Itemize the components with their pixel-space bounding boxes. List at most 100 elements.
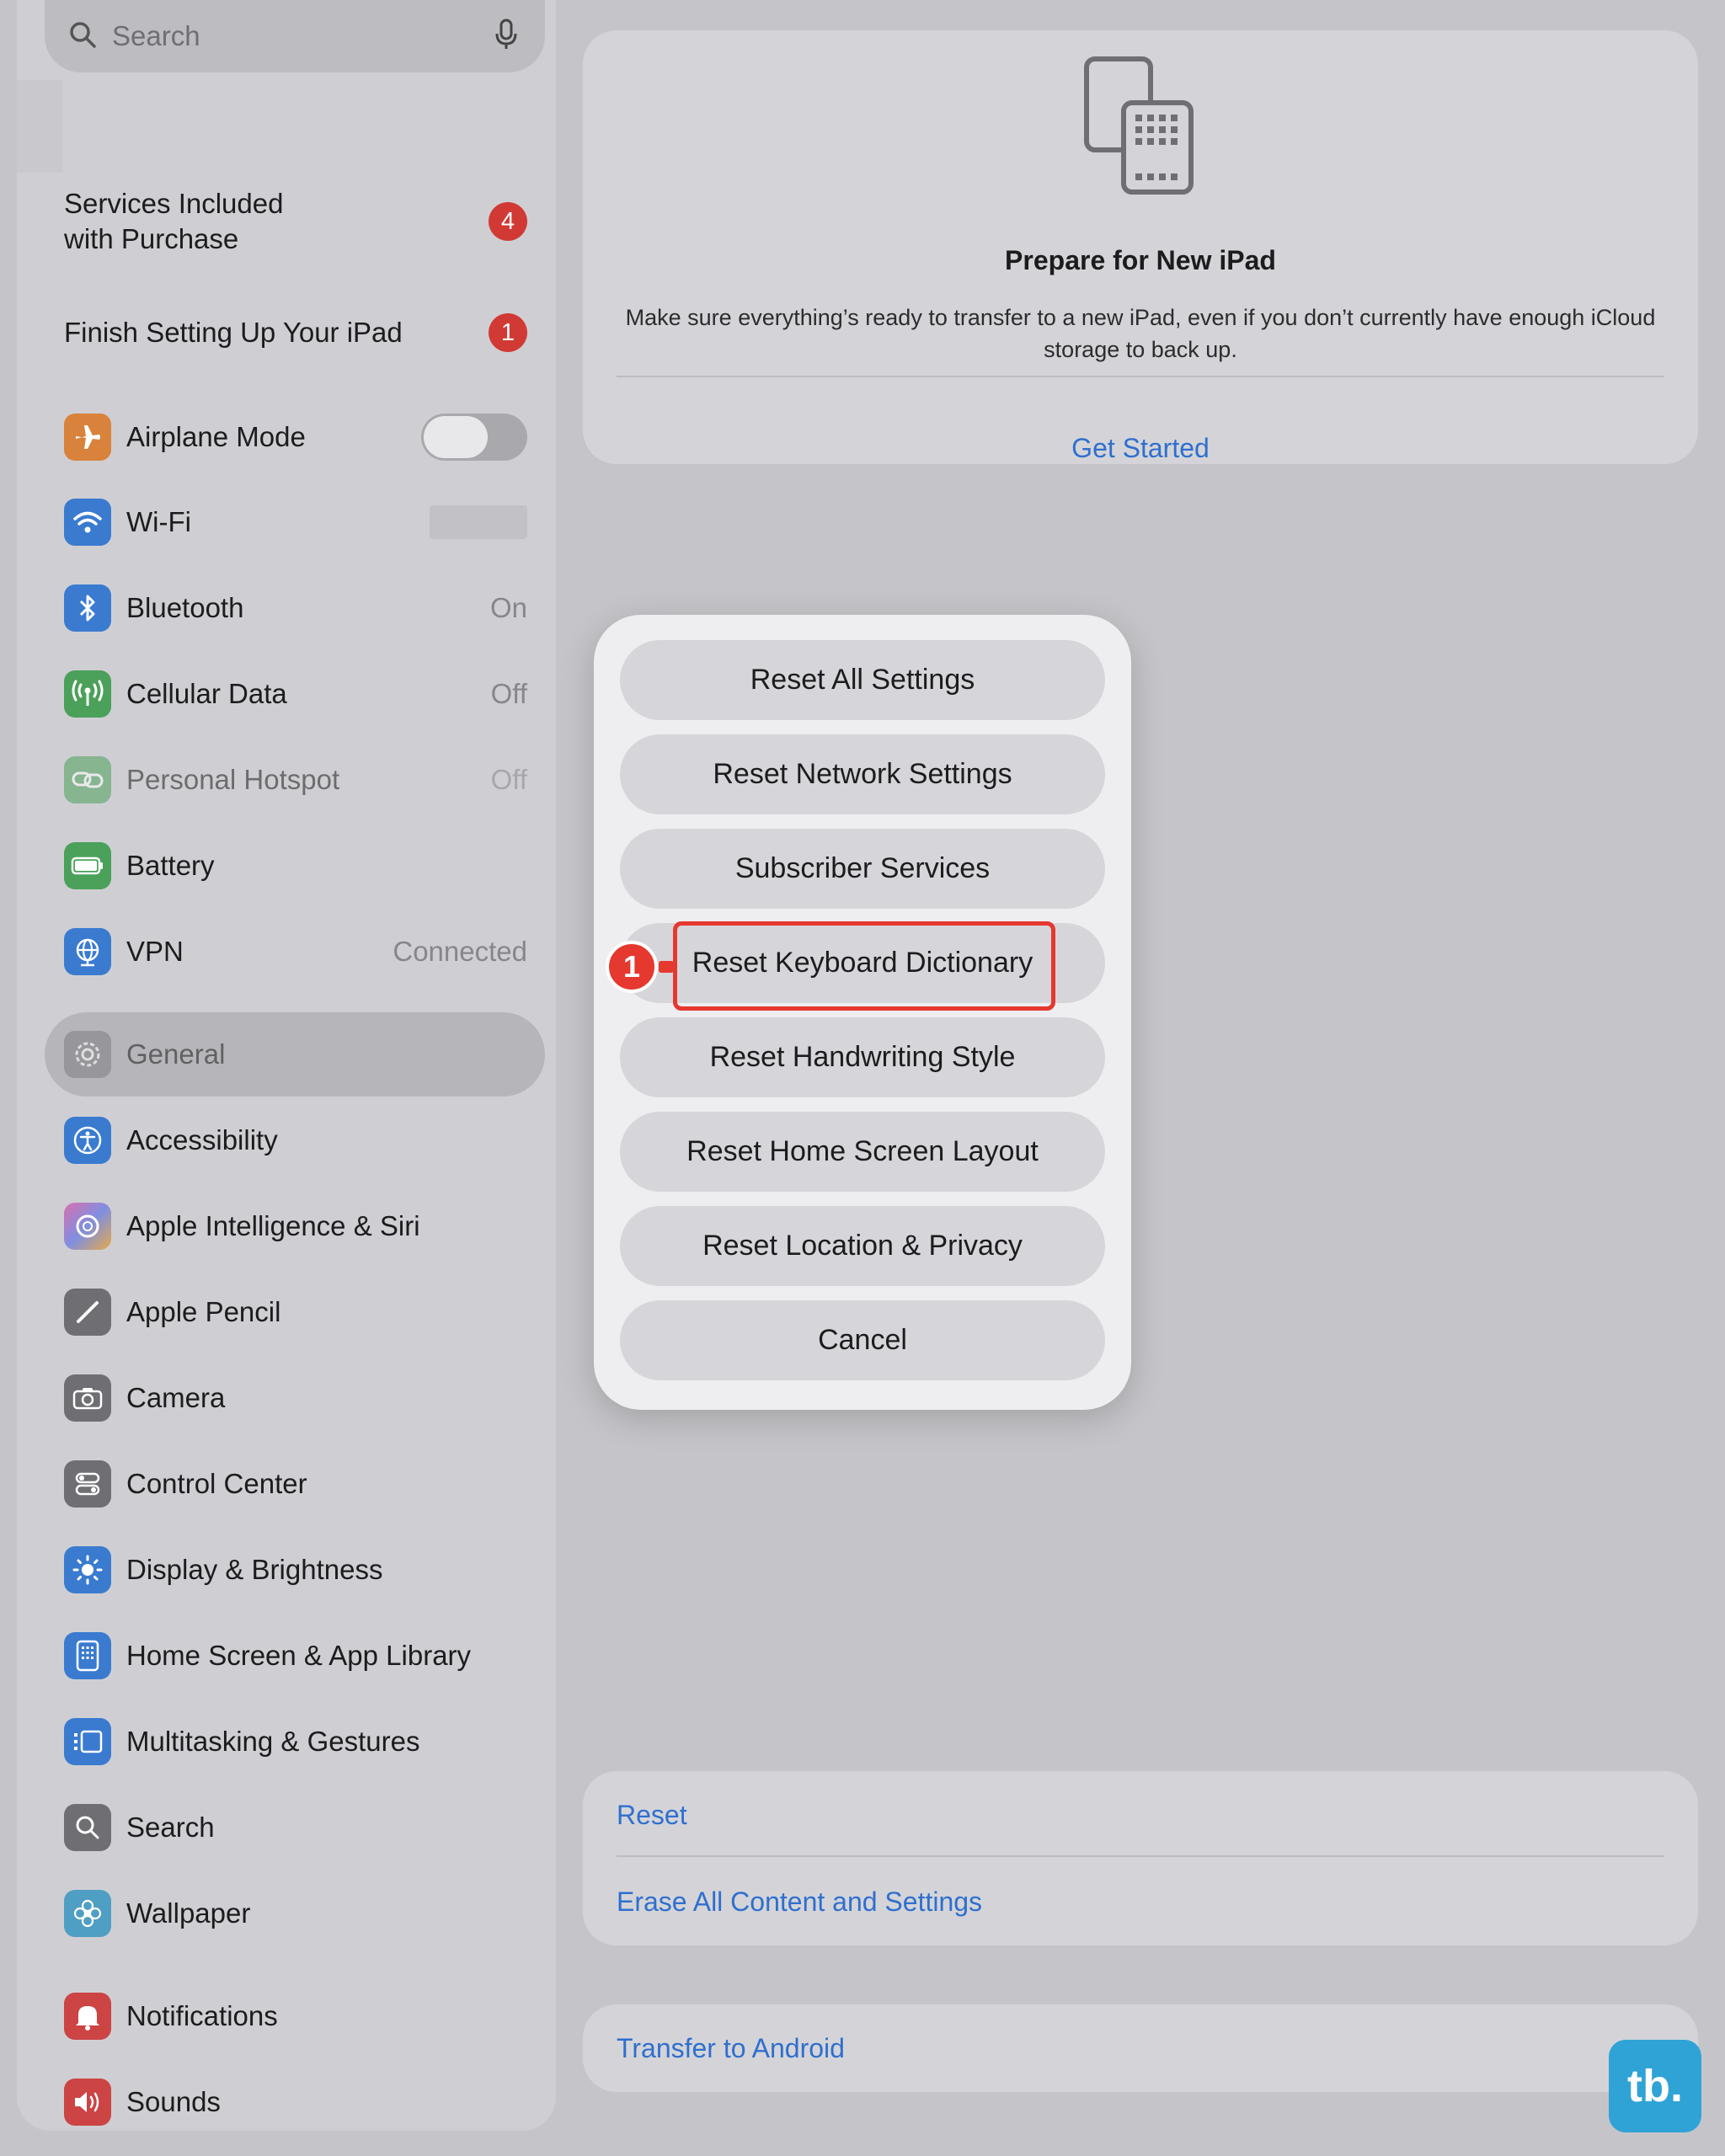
wifi-network-redacted — [430, 505, 527, 539]
devices-transfer-icon — [1080, 56, 1198, 203]
services-label-line1: Services Included — [64, 188, 284, 219]
sidebar-item-cellular[interactable]: Cellular Data Off — [64, 669, 527, 719]
get-started-link[interactable]: Get Started — [583, 433, 1698, 464]
reset-card: Reset Erase All Content and Settings — [583, 1771, 1698, 1945]
wallpaper-label: Wallpaper — [126, 1897, 251, 1929]
prepare-title: Prepare for New iPad — [1005, 245, 1276, 275]
cellular-value: Off — [490, 678, 527, 709]
pencil-icon — [64, 1289, 111, 1336]
reset-action-sheet: Reset All Settings Reset Network Setting… — [594, 615, 1131, 1410]
reset-location-privacy-button[interactable]: Reset Location & Privacy — [620, 1206, 1105, 1286]
pencil-label: Apple Pencil — [126, 1296, 281, 1327]
services-label-line2: with Purchase — [64, 223, 239, 254]
home-screen-label: Home Screen & App Library — [126, 1640, 472, 1671]
wifi-label: Wi-Fi — [126, 506, 191, 537]
camera-icon — [64, 1374, 111, 1422]
sidebar-item-pencil[interactable]: Apple Pencil — [64, 1287, 527, 1337]
transfer-to-android-link[interactable]: Transfer to Android — [617, 2033, 845, 2064]
prepare-new-ipad-card: Prepare for New iPad Make sure everythin… — [583, 30, 1698, 464]
sidebar-item-display[interactable]: Display & Brightness — [64, 1545, 527, 1595]
bluetooth-icon — [64, 584, 111, 632]
annotation-highlight-box — [673, 921, 1055, 1011]
search-icon — [68, 20, 97, 53]
wifi-icon — [64, 499, 111, 546]
annotation-connector — [659, 961, 674, 973]
sidebar-item-hotspot: Personal Hotspot Off — [64, 755, 527, 805]
general-label: General — [126, 1038, 226, 1070]
toggle-knob — [424, 416, 488, 458]
sidebar-item-sounds[interactable]: Sounds — [64, 2077, 527, 2127]
airplane-toggle[interactable] — [421, 414, 527, 461]
control-center-label: Control Center — [126, 1468, 307, 1499]
prepare-description: Make sure everything’s ready to transfer… — [625, 305, 1656, 362]
sidebar-item-control-center[interactable]: Control Center — [64, 1459, 527, 1509]
apple-intelligence-icon — [64, 1203, 111, 1250]
sidebar-item-search[interactable]: Search — [64, 1802, 527, 1853]
multitasking-icon — [64, 1718, 111, 1765]
sidebar-item-notifications[interactable]: Notifications — [64, 1991, 527, 2041]
sounds-label: Sounds — [126, 2086, 221, 2117]
sidebar-item-siri[interactable]: Apple Intelligence & Siri — [64, 1201, 527, 1251]
cellular-antenna-icon — [64, 670, 111, 718]
blurred-avatar-block — [17, 80, 62, 173]
reset-all-settings-button[interactable]: Reset All Settings — [620, 640, 1105, 720]
wallpaper-flower-icon — [64, 1890, 111, 1937]
erase-all-link[interactable]: Erase All Content and Settings — [617, 1886, 982, 1918]
control-center-icon — [64, 1460, 111, 1508]
finish-setup-label: Finish Setting Up Your iPad — [64, 317, 403, 348]
bluetooth-label: Bluetooth — [126, 592, 244, 623]
vpn-value: Connected — [393, 936, 527, 967]
cancel-button[interactable]: Cancel — [620, 1300, 1105, 1380]
magnifier-icon — [64, 1804, 111, 1851]
sidebar-item-finish-setup[interactable]: Finish Setting Up Your iPad 1 — [64, 312, 527, 354]
sidebar-item-multitasking[interactable]: Multitasking & Gestures — [64, 1716, 527, 1767]
sidebar-item-bluetooth[interactable]: Bluetooth On — [64, 583, 527, 633]
reset-home-screen-layout-button[interactable]: Reset Home Screen Layout — [620, 1112, 1105, 1192]
microphone-icon[interactable] — [494, 19, 518, 55]
accessibility-icon — [64, 1117, 111, 1164]
multitasking-label: Multitasking & Gestures — [126, 1726, 420, 1757]
hotspot-link-icon — [64, 756, 111, 803]
sidebar-item-vpn[interactable]: VPN Connected — [64, 926, 527, 977]
divider — [617, 1855, 1664, 1857]
reset-handwriting-style-button[interactable]: Reset Handwriting Style — [620, 1017, 1105, 1097]
sidebar-item-services[interactable]: Services Included with Purchase 4 — [64, 184, 527, 259]
hotspot-label: Personal Hotspot — [126, 764, 340, 795]
cellular-label: Cellular Data — [126, 678, 287, 709]
sidebar-item-camera[interactable]: Camera — [64, 1373, 527, 1423]
gear-icon — [64, 1031, 111, 1078]
search-input[interactable]: Search — [112, 20, 494, 52]
sidebar-item-wifi[interactable]: Wi-Fi — [64, 497, 527, 547]
bluetooth-value: On — [489, 592, 527, 623]
search-field[interactable]: Search — [45, 0, 545, 72]
annotation-step-badge: 1 — [606, 941, 658, 993]
transfer-android-card: Transfer to Android — [583, 2004, 1698, 2092]
divider — [617, 376, 1664, 377]
home-screen-icon — [64, 1632, 111, 1679]
accessibility-label: Accessibility — [126, 1124, 278, 1155]
brightness-sun-icon — [64, 1546, 111, 1593]
sidebar-item-battery[interactable]: Battery — [64, 841, 527, 891]
sidebar-item-home-screen[interactable]: Home Screen & App Library — [64, 1630, 527, 1681]
sidebar-item-general[interactable]: General — [64, 1029, 527, 1080]
reset-link[interactable]: Reset — [617, 1800, 687, 1831]
subscriber-services-button[interactable]: Subscriber Services — [620, 829, 1105, 909]
vpn-label: VPN — [126, 936, 184, 967]
airplane-icon — [64, 414, 111, 461]
battery-label: Battery — [126, 850, 215, 881]
reset-network-settings-button[interactable]: Reset Network Settings — [620, 734, 1105, 814]
hotspot-value: Off — [490, 764, 527, 795]
speaker-icon — [64, 2079, 111, 2126]
bell-icon — [64, 1993, 111, 2040]
vpn-globe-icon — [64, 928, 111, 975]
sidebar: Search Services Included with Purchase 4… — [17, 0, 556, 2131]
finish-setup-badge: 1 — [489, 313, 527, 352]
airplane-label: Airplane Mode — [126, 421, 306, 452]
services-badge: 4 — [489, 202, 527, 241]
battery-icon — [64, 842, 111, 889]
siri-label: Apple Intelligence & Siri — [126, 1210, 420, 1241]
sidebar-item-airplane[interactable]: Airplane Mode — [64, 412, 527, 462]
display-label: Display & Brightness — [126, 1554, 383, 1585]
sidebar-item-accessibility[interactable]: Accessibility — [64, 1115, 527, 1166]
sidebar-item-wallpaper[interactable]: Wallpaper — [64, 1888, 527, 1939]
